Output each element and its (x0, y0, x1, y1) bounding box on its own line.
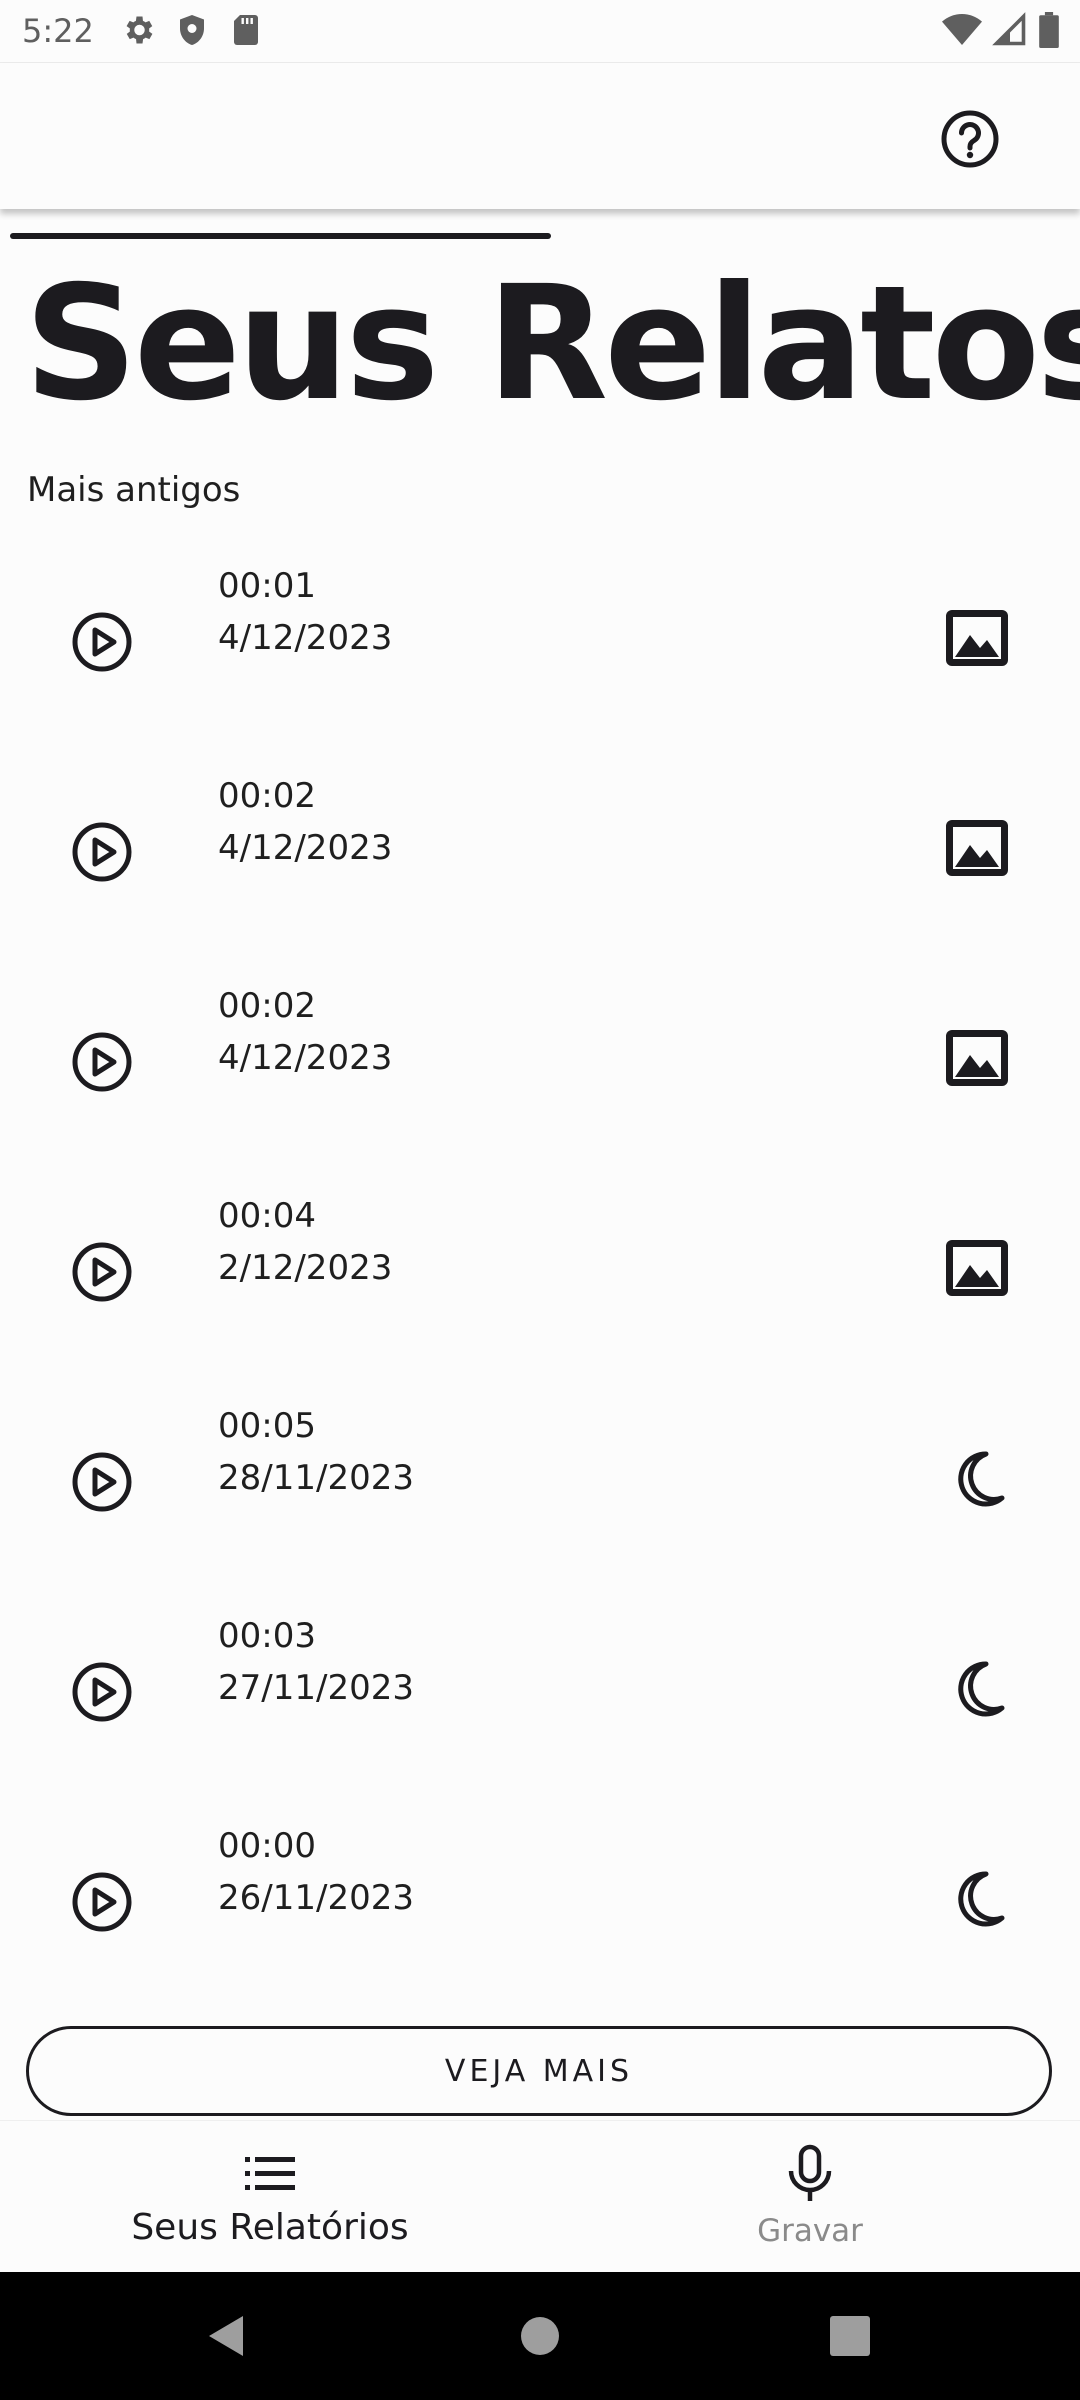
report-date: 27/11/2023 (218, 1668, 414, 1708)
battery-icon (1039, 12, 1059, 48)
back-icon[interactable] (205, 2312, 245, 2360)
report-date: 4/12/2023 (218, 1038, 393, 1078)
report-list: 00:01 4/12/2023 00:02 4/12/2023 00:02 4/… (0, 550, 1080, 2020)
report-duration: 00:04 (218, 1196, 316, 1236)
list-item[interactable]: 00:03 27/11/2023 (0, 1600, 1080, 1810)
list-item[interactable]: 00:05 28/11/2023 (0, 1390, 1080, 1600)
play-icon (72, 1452, 132, 1512)
wifi-icon (942, 14, 982, 45)
image-icon[interactable] (942, 604, 1012, 674)
see-more-button[interactable]: VEJA MAIS (26, 2026, 1052, 2116)
nav-label-reports: Seus Relatórios (131, 2207, 409, 2248)
play-button[interactable] (70, 1660, 134, 1724)
report-date: 28/11/2023 (218, 1458, 414, 1498)
list-item[interactable]: 00:00 26/11/2023 (0, 1810, 1080, 2020)
image-icon[interactable] (942, 814, 1012, 884)
report-duration: 00:02 (218, 776, 316, 816)
play-icon (72, 822, 132, 882)
image-icon[interactable] (942, 1024, 1012, 1094)
report-date: 26/11/2023 (218, 1878, 414, 1918)
play-button[interactable] (70, 610, 134, 674)
report-duration: 00:05 (218, 1406, 316, 1446)
help-button[interactable] (940, 109, 1000, 169)
nav-item-reports[interactable]: Seus Relatórios (0, 2121, 540, 2273)
app-bar (0, 63, 1080, 209)
moon-icon[interactable] (942, 1444, 1012, 1514)
nav-item-record[interactable]: Gravar (540, 2121, 1080, 2273)
page-title: Seus Relatos (24, 252, 1080, 436)
image-icon[interactable] (942, 1234, 1012, 1304)
help-icon (941, 110, 999, 168)
home-icon[interactable] (520, 2316, 560, 2356)
sd-card-icon (234, 15, 258, 45)
recents-icon[interactable] (830, 2316, 870, 2356)
play-icon (72, 612, 132, 672)
shield-icon (180, 15, 204, 45)
sort-order-label[interactable]: Mais antigos (27, 470, 240, 510)
moon-icon[interactable] (942, 1654, 1012, 1724)
play-icon (72, 1662, 132, 1722)
play-button[interactable] (70, 1450, 134, 1514)
report-date: 4/12/2023 (218, 618, 393, 658)
play-button[interactable] (70, 820, 134, 884)
status-time: 5:22 (22, 12, 94, 50)
list-icon (245, 2157, 295, 2190)
signal-icon (992, 12, 1026, 46)
play-button[interactable] (70, 1240, 134, 1304)
system-navigation-bar (0, 2272, 1080, 2400)
nav-label-record: Gravar (757, 2213, 863, 2249)
report-duration: 00:02 (218, 986, 316, 1026)
status-bar: 5:22 (0, 0, 1080, 63)
settings-icon (126, 16, 153, 44)
play-button[interactable] (70, 1870, 134, 1934)
play-icon (72, 1872, 132, 1932)
report-duration: 00:00 (218, 1826, 316, 1866)
list-item[interactable]: 00:04 2/12/2023 (0, 1180, 1080, 1390)
bottom-navigation: Seus Relatórios Gravar (0, 2120, 1080, 2273)
report-date: 4/12/2023 (218, 828, 393, 868)
play-icon (72, 1032, 132, 1092)
report-date: 2/12/2023 (218, 1248, 393, 1288)
list-item[interactable]: 00:02 4/12/2023 (0, 970, 1080, 1180)
report-duration: 00:01 (218, 566, 316, 606)
section-indicator (10, 233, 551, 239)
list-item[interactable]: 00:01 4/12/2023 (0, 550, 1080, 760)
list-item[interactable]: 00:02 4/12/2023 (0, 760, 1080, 970)
microphone-icon (788, 2144, 832, 2201)
play-icon (72, 1242, 132, 1302)
moon-icon[interactable] (942, 1864, 1012, 1934)
report-duration: 00:03 (218, 1616, 316, 1656)
play-button[interactable] (70, 1030, 134, 1094)
